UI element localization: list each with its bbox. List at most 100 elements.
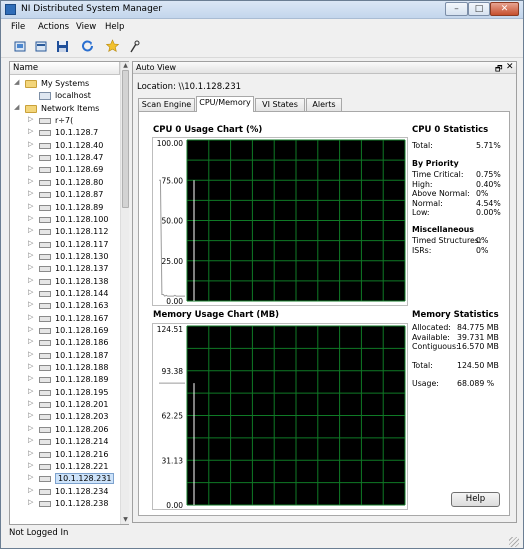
menu-help[interactable]: Help — [105, 22, 124, 32]
expand-toggle-icon[interactable]: ▷ — [28, 436, 33, 444]
expand-toggle-icon[interactable]: ▷ — [28, 276, 33, 284]
tree-item-label: Network Items — [41, 103, 100, 113]
cpu-chart-title: CPU 0 Usage Chart (%) — [153, 125, 263, 135]
scroll-down-icon[interactable]: ▼ — [121, 516, 130, 524]
expand-toggle-icon[interactable]: ▷ — [28, 239, 33, 247]
device-icon — [39, 204, 51, 211]
tree-item-label: 10.1.128.187 — [55, 350, 109, 360]
expand-toggle-icon[interactable]: ▷ — [28, 313, 33, 321]
scroll-up-icon[interactable]: ▲ — [121, 62, 130, 70]
expand-toggle-icon[interactable]: ▷ — [28, 202, 33, 210]
expand-toggle-icon[interactable]: ▷ — [28, 177, 33, 185]
minimize-button[interactable]: – — [445, 2, 468, 16]
expand-toggle-icon[interactable]: ▷ — [28, 127, 33, 135]
pin-icon[interactable]: 🗗 — [495, 63, 503, 77]
auto-view-title: Auto View — [136, 63, 177, 72]
expand-toggle-icon[interactable]: ▷ — [28, 164, 33, 172]
expand-toggle-icon[interactable]: ▷ — [28, 424, 33, 432]
save-icon[interactable] — [55, 39, 70, 54]
star-icon[interactable] — [105, 39, 120, 54]
expand-toggle-icon[interactable]: ▷ — [28, 486, 33, 494]
device-icon — [39, 389, 51, 396]
priority-row-value: 0.40% — [476, 179, 501, 189]
expand-toggle-icon[interactable]: ◢ — [14, 103, 19, 111]
expand-toggle-icon[interactable]: ▷ — [28, 473, 33, 481]
expand-toggle-icon[interactable]: ▷ — [28, 411, 33, 419]
device-icon — [39, 451, 51, 458]
device-icon — [39, 266, 51, 273]
expand-toggle-icon[interactable]: ▷ — [28, 189, 33, 197]
help-button[interactable]: Help — [451, 492, 500, 507]
memory-total-value: 124.50 MB — [457, 361, 499, 370]
menu-actions[interactable]: Actions — [38, 22, 69, 32]
expand-toggle-icon[interactable]: ◢ — [14, 78, 19, 86]
location-label: Location: \\10.1.128.231 — [137, 82, 242, 92]
memory-row-label: Available: — [412, 332, 450, 342]
tree-item-label: localhost — [55, 91, 91, 101]
device-icon — [39, 365, 51, 372]
view-tabs: Scan Engine CPU/Memory VI States Alerts — [138, 96, 510, 112]
scroll-thumb[interactable] — [122, 70, 129, 208]
expand-toggle-icon[interactable]: ▷ — [28, 374, 33, 382]
maximize-button[interactable]: □ — [468, 2, 490, 16]
expand-toggle-icon[interactable]: ▷ — [28, 300, 33, 308]
close-pane-icon[interactable]: ✕ — [506, 62, 514, 72]
refresh-icon[interactable] — [80, 39, 95, 54]
computer-icon — [39, 92, 51, 101]
expand-toggle-icon[interactable]: ▷ — [28, 461, 33, 469]
series-line — [159, 179, 185, 297]
expand-toggle-icon[interactable]: ▷ — [28, 498, 33, 506]
expand-toggle-icon[interactable]: ▷ — [28, 288, 33, 296]
device-icon — [39, 328, 51, 334]
tree-item-label: r÷7( — [55, 116, 74, 126]
expand-toggle-icon[interactable]: ▷ — [28, 449, 33, 457]
title-bar[interactable]: NI Distributed System Manager – □ ✕ — [1, 1, 523, 19]
menu-file[interactable]: File — [11, 22, 25, 32]
menu-view[interactable]: View — [76, 22, 96, 32]
cpu-total-label: Total: — [412, 141, 433, 150]
device-icon — [39, 377, 51, 384]
memory-row-value: 39.731 MB — [457, 332, 499, 342]
close-button[interactable]: ✕ — [490, 2, 519, 16]
priority-row-label: Time Critical: — [412, 170, 464, 179]
expand-toggle-icon[interactable]: ▷ — [28, 214, 33, 222]
expand-toggle-icon[interactable]: ▷ — [28, 251, 33, 259]
expand-toggle-icon[interactable]: ▷ — [28, 362, 33, 370]
expand-toggle-icon[interactable]: ▷ — [28, 263, 33, 271]
new-item-icon[interactable] — [34, 39, 49, 54]
expand-toggle-icon[interactable]: ▷ — [28, 226, 33, 234]
window-title: NI Distributed System Manager — [21, 4, 163, 14]
cpu-stats-title: CPU 0 Statistics — [412, 125, 489, 135]
priority-row-label: Normal: — [412, 198, 443, 208]
probe-icon[interactable] — [127, 39, 142, 54]
device-icon — [39, 500, 51, 507]
expand-toggle-icon[interactable]: ▷ — [28, 115, 33, 123]
tree-item-label: 10.1.128.188 — [55, 363, 109, 373]
folder-icon — [25, 80, 37, 88]
tree-item-label: 10.1.128.189 — [55, 375, 109, 385]
tree-column-header[interactable]: Name — [10, 62, 120, 75]
expand-toggle-icon[interactable]: ▷ — [28, 140, 33, 148]
expand-toggle-icon[interactable]: ▷ — [28, 350, 33, 358]
expand-toggle-icon[interactable]: ▷ — [28, 399, 33, 407]
expand-toggle-icon[interactable]: ▷ — [28, 152, 33, 160]
device-icon — [39, 155, 51, 162]
system-tree: ◢ My Systems localhost ◢ Network Items ▷ r÷7(▷… — [10, 76, 120, 522]
tree-item-label: 10.1.128.112 — [55, 227, 109, 237]
cpu-usage-chart: 100.00 75.00 50.00 25.00 0.00 — [157, 139, 406, 306]
expand-toggle-icon[interactable]: ▷ — [28, 325, 33, 333]
cpu-chart-frame: 100.00 75.00 50.00 25.00 0.00 — [152, 137, 408, 306]
new-system-icon[interactable] — [13, 39, 28, 54]
tab-vi-states[interactable]: VI States — [255, 98, 305, 111]
resize-grip[interactable] — [509, 537, 519, 547]
expand-toggle-icon[interactable]: ▷ — [28, 387, 33, 395]
device-icon — [39, 290, 51, 297]
device-icon — [39, 118, 51, 125]
tab-cpu-memory[interactable]: CPU/Memory — [196, 96, 254, 112]
tab-scan-engine[interactable]: Scan Engine — [138, 98, 195, 111]
tree-item-label: 10.1.128.47 — [55, 153, 104, 163]
tab-alerts[interactable]: Alerts — [306, 98, 342, 111]
menu-bar: File Actions View Help — [1, 20, 523, 35]
tree-scrollbar[interactable]: ▲ ▼ — [120, 62, 129, 524]
expand-toggle-icon[interactable]: ▷ — [28, 337, 33, 345]
